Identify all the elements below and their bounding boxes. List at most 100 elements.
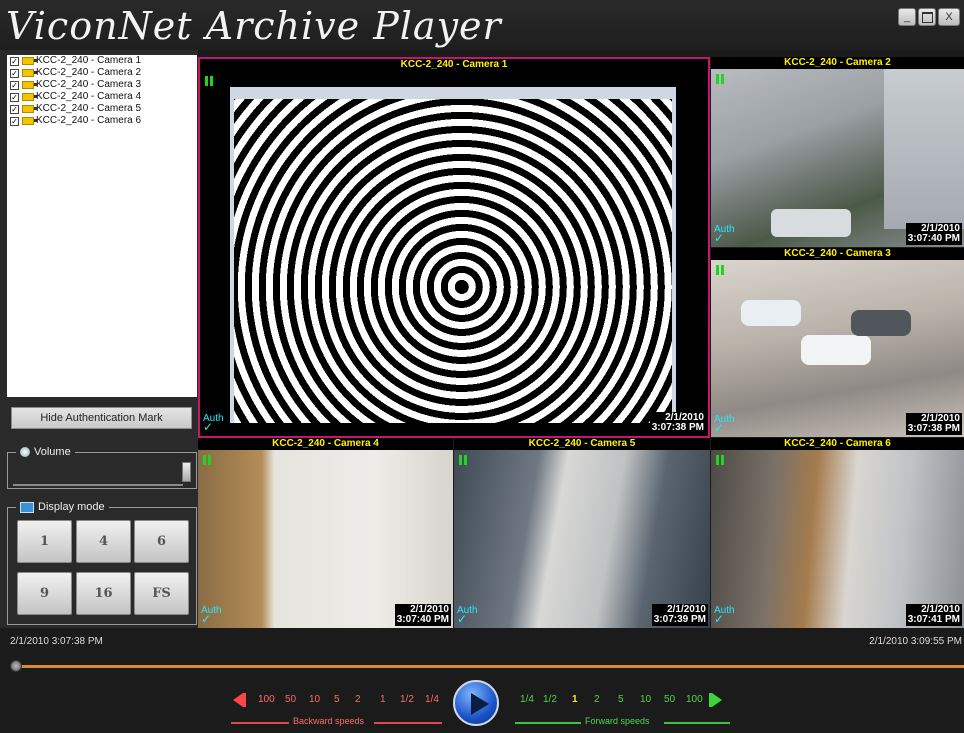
app-title: ViconNet Archive Player — [6, 4, 502, 48]
timeline-end-time: 2/1/2010 3:09:55 PM — [869, 636, 962, 647]
video-tile-1[interactable]: KCC-2_240 - Camera 1 Auth ✓ 2/1/2010 3:07:… — [198, 57, 710, 438]
camera-tree-item[interactable]: ✓ KCC-2_240 - Camera 2 — [7, 67, 197, 79]
checkbox[interactable]: ✓ — [10, 116, 19, 126]
camera-tree-item[interactable]: ✓ KCC-2_240 - Camera 3 — [7, 79, 197, 91]
speed-back-100[interactable]: 100 — [258, 694, 275, 705]
display-mode-label: Display mode — [38, 501, 105, 513]
maximize-button[interactable] — [918, 8, 936, 26]
camera-icon — [22, 93, 37, 101]
camera-tree: ✓ KCC-2_240 - Camera 1 ✓ KCC-2_240 - Camer… — [7, 55, 197, 397]
checkbox[interactable]: ✓ — [10, 92, 19, 102]
check-icon: ✓ — [714, 231, 725, 245]
camera-tree-item[interactable]: ✓ KCC-2_240 - Camera 1 — [7, 55, 197, 67]
video-tile-6[interactable]: KCC-2_240 - Camera 6 Auth ✓ 2/1/2010 3:07:… — [711, 438, 964, 628]
speed-back-5[interactable]: 5 — [334, 694, 340, 705]
volume-label: Volume — [34, 446, 71, 458]
video-tile-4[interactable]: KCC-2_240 - Camera 4 Auth ✓ 2/1/2010 3:07:… — [198, 438, 453, 628]
video-timestamp: 2/1/2010 3:07:38 PM — [905, 413, 962, 435]
auth-mark: Auth ✓ — [714, 224, 735, 245]
checkbox[interactable]: ✓ — [10, 104, 19, 114]
camera-tree-label: KCC-2_240 - Camera 2 — [36, 67, 142, 78]
speed-fwd-1-2[interactable]: 1/2 — [543, 694, 557, 705]
video-title: KCC-2_240 - Camera 3 — [711, 248, 964, 260]
check-icon: ✓ — [457, 612, 468, 626]
video-title: KCC-2_240 - Camera 4 — [198, 438, 453, 450]
seek-bar[interactable] — [12, 665, 964, 668]
speed-back-50[interactable]: 50 — [285, 694, 296, 705]
display-mode-16-button[interactable]: 16 — [76, 572, 131, 615]
display-mode-label-wrap: Display mode — [16, 501, 109, 513]
camera-tree-label: KCC-2_240 - Camera 3 — [36, 79, 142, 90]
volume-label-wrap: Volume — [16, 446, 75, 458]
minimize-button[interactable]: _ — [898, 8, 916, 26]
camera-tree-item[interactable]: ✓ KCC-2_240 - Camera 4 — [7, 91, 197, 103]
video-timestamp: 2/1/2010 3:07:38 PM — [649, 412, 706, 434]
forward-speeds-line — [515, 722, 581, 724]
check-icon: ✓ — [201, 612, 212, 626]
pause-icon — [716, 455, 725, 465]
video-frame — [198, 450, 453, 628]
auth-mark: Auth ✓ — [714, 605, 735, 626]
forward-step-icon[interactable] — [709, 693, 722, 707]
checkbox[interactable]: ✓ — [10, 68, 19, 78]
video-tile-3[interactable]: KCC-2_240 - Camera 3 Auth ✓ 2/1/2010 3:07:… — [711, 248, 964, 437]
camera-icon — [22, 117, 37, 125]
speed-fwd-50[interactable]: 50 — [664, 694, 675, 705]
speed-back-10[interactable]: 10 — [309, 694, 320, 705]
video-frame — [711, 260, 964, 437]
video-title: KCC-2_240 - Camera 6 — [711, 438, 964, 450]
checkbox[interactable]: ✓ — [10, 56, 19, 66]
checkbox[interactable]: ✓ — [10, 80, 19, 90]
video-timestamp: 2/1/2010 3:07:41 PM — [905, 604, 962, 626]
speed-back-1-2[interactable]: 1/2 — [400, 694, 414, 705]
speaker-icon — [20, 447, 30, 457]
camera-tree-label: KCC-2_240 - Camera 1 — [36, 55, 142, 66]
display-mode-6-button[interactable]: 6 — [134, 520, 189, 563]
volume-slider-thumb[interactable] — [182, 462, 191, 482]
camera-tree-item[interactable]: ✓ KCC-2_240 - Camera 6 — [7, 115, 197, 127]
rewind-step-icon[interactable] — [233, 693, 246, 707]
check-icon: ✓ — [714, 612, 725, 626]
camera-tree-label: KCC-2_240 - Camera 6 — [36, 115, 142, 126]
speed-current-1[interactable]: 1 — [572, 694, 578, 705]
monitor-icon — [20, 501, 34, 513]
auth-mark: Auth ✓ — [457, 605, 478, 626]
display-mode-fs-button[interactable]: FS — [134, 572, 189, 615]
camera-icon — [22, 81, 37, 89]
speed-fwd-5[interactable]: 5 — [618, 694, 624, 705]
speed-back-2[interactable]: 2 — [355, 694, 361, 705]
backward-speeds-caption: Backward speeds — [293, 716, 365, 726]
speed-back-1[interactable]: 1 — [380, 694, 386, 705]
volume-slider-track[interactable] — [13, 484, 183, 486]
play-button[interactable] — [453, 680, 499, 726]
video-title: KCC-2_240 - Camera 1 — [200, 59, 708, 71]
speed-fwd-100[interactable]: 100 — [686, 694, 703, 705]
backward-speeds-line — [374, 722, 442, 724]
spiral-image — [230, 87, 676, 423]
auth-mark: Auth ✓ — [203, 413, 224, 434]
camera-icon — [22, 69, 37, 77]
video-frame — [454, 450, 710, 628]
hide-authentication-button[interactable]: Hide Authentication Mark — [11, 407, 192, 429]
video-tile-2[interactable]: KCC-2_240 - Camera 2 Auth ✓ 2/1/2010 3:07:… — [711, 57, 964, 247]
speed-fwd-1-4[interactable]: 1/4 — [520, 694, 534, 705]
window-controls: _ X — [898, 8, 960, 26]
speed-fwd-10[interactable]: 10 — [640, 694, 651, 705]
forward-speeds-line — [664, 722, 730, 724]
video-title: KCC-2_240 - Camera 5 — [454, 438, 710, 450]
display-mode-9-button[interactable]: 9 — [17, 572, 72, 615]
check-icon: ✓ — [203, 420, 214, 434]
video-tile-5[interactable]: KCC-2_240 - Camera 5 Auth ✓ 2/1/2010 3:07:… — [454, 438, 710, 628]
pause-icon — [203, 455, 212, 465]
display-mode-1-button[interactable]: 1 — [17, 520, 72, 563]
backward-speeds-line — [231, 722, 289, 724]
camera-tree-label: KCC-2_240 - Camera 5 — [36, 103, 142, 114]
speed-fwd-2[interactable]: 2 — [594, 694, 600, 705]
seek-thumb[interactable] — [10, 660, 22, 672]
camera-tree-label: KCC-2_240 - Camera 4 — [36, 91, 142, 102]
maximize-icon — [921, 11, 933, 23]
camera-tree-item[interactable]: ✓ KCC-2_240 - Camera 5 — [7, 103, 197, 115]
display-mode-4-button[interactable]: 4 — [76, 520, 131, 563]
close-button[interactable]: X — [938, 8, 960, 26]
speed-back-1-4[interactable]: 1/4 — [425, 694, 439, 705]
